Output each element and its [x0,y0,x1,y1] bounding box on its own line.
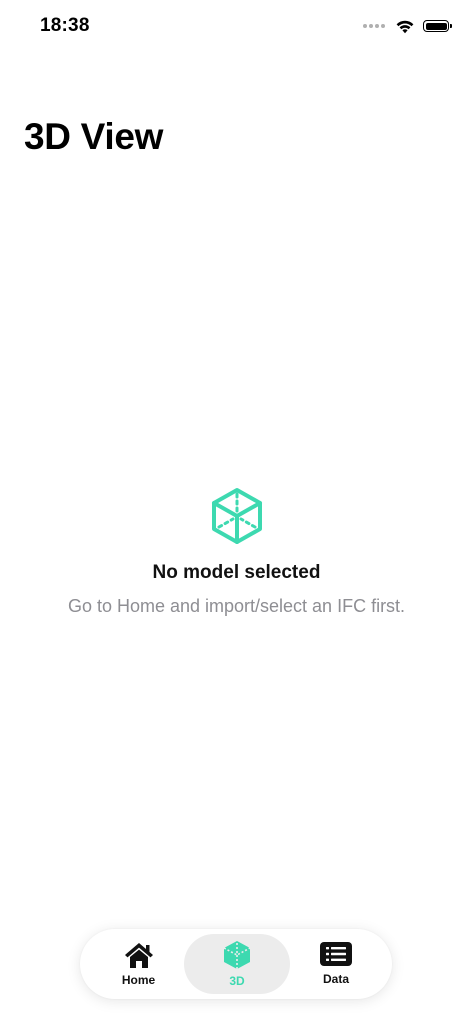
status-time: 18:38 [40,15,90,36]
empty-state: No model selected Go to Home and import/… [0,486,473,617]
battery-full-icon [423,20,452,32]
cube-icon [211,488,262,544]
status-bar: 18:38 [0,0,473,54]
tab-bar: Home 3D Data [80,929,392,999]
empty-state-title: No model selected [152,562,321,583]
tab-data[interactable]: Data [285,934,387,994]
wifi-icon [396,20,414,33]
house-icon [124,943,153,968]
tab-home-label: Home [121,973,156,987]
list-icon [320,942,352,966]
empty-state-subtitle: Go to Home and import/select an IFC firs… [67,596,406,616]
tab-3d-label: 3D [229,974,245,988]
cube-icon [223,941,251,969]
page-title: 3D View [24,116,164,157]
tab-3d[interactable]: 3D [184,934,290,994]
tab-home[interactable]: Home [86,934,191,994]
tab-data-label: Data [322,972,349,986]
status-icons [363,16,452,36]
signal-dots-icon [363,24,385,28]
